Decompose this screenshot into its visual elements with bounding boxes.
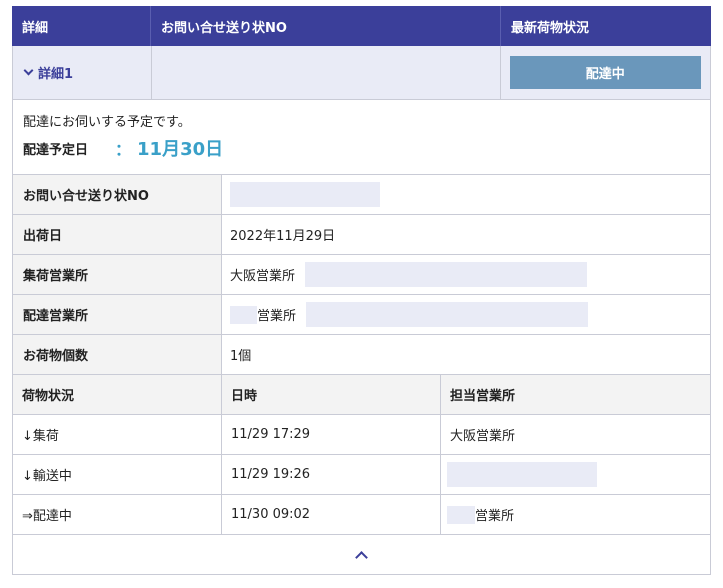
ship-date-label: 出荷日 [13, 215, 222, 254]
redacted-block [447, 505, 475, 524]
history-datetime: 11/29 17:29 [222, 415, 441, 454]
summary-row: 詳細1 配達中 [12, 46, 711, 100]
history-status: ↓集荷 [13, 415, 222, 454]
package-count-label: お荷物個数 [13, 335, 222, 374]
history-office-cell: 営業所 [441, 495, 710, 534]
results-header: 詳細 お問い合せ送り状NO 最新荷物状況 [12, 6, 711, 46]
history-row: ↓集荷 11/29 17:29 大阪営業所 [12, 415, 711, 455]
pickup-office-label: 集荷営業所 [13, 255, 222, 294]
history-office: 営業所 [475, 509, 515, 524]
redacted-block [305, 262, 588, 287]
pickup-office-cell: 大阪営業所 [222, 255, 710, 294]
delivery-notice: 配達にお伺いする予定です。 配達予定日 ： 11月30日 [12, 100, 711, 175]
history-header-status: 荷物状況 [13, 375, 222, 414]
history-office-cell [441, 455, 710, 494]
collapse-button[interactable] [12, 535, 711, 575]
summary-status-cell: 配達中 [501, 46, 710, 99]
history-header-office: 担当営業所 [441, 375, 710, 414]
scheduled-date-line: 配達予定日 ： 11月30日 [23, 136, 700, 160]
tracking-no-value [222, 175, 710, 214]
delivery-office-value: 営業所 [257, 309, 297, 324]
redacted-block [306, 302, 589, 327]
redacted-block [230, 305, 257, 324]
tracking-no-label: お問い合せ送り状NO [13, 175, 222, 214]
summary-tracking-no [152, 46, 501, 99]
scheduled-date-label: 配達予定日 [23, 142, 89, 158]
history-header-datetime: 日時 [222, 375, 441, 414]
ship-date-value: 2022年11月29日 [230, 229, 336, 244]
package-count-value: 1個 [230, 349, 252, 364]
pickup-office-row: 集荷営業所 大阪営業所 [12, 255, 711, 295]
history-datetime: 11/30 09:02 [222, 495, 441, 534]
package-count-row: お荷物個数 1個 [12, 335, 711, 375]
scheduled-date-value: 11月30日 [137, 139, 224, 160]
history-header-row: 荷物状況 日時 担当営業所 [12, 375, 711, 415]
history-row: ↓輸送中 11/29 19:26 [12, 455, 711, 495]
header-detail: 詳細 [12, 6, 151, 46]
header-tracking-no: お問い合せ送り状NO [151, 6, 501, 46]
delivery-office-row: 配達営業所 営業所 [12, 295, 711, 335]
status-button[interactable]: 配達中 [509, 56, 701, 89]
redacted-block [230, 182, 380, 207]
history-datetime: 11/29 19:26 [222, 455, 441, 494]
pickup-office-value: 大阪営業所 [230, 269, 296, 284]
history-status: ⇒配達中 [13, 495, 222, 534]
chevron-down-icon [23, 65, 34, 76]
history-office: 大阪営業所 [450, 429, 516, 444]
redacted-block [447, 462, 597, 487]
notice-message: 配達にお伺いする予定です。 [23, 114, 191, 130]
history-status: ↓輸送中 [13, 455, 222, 494]
detail-toggle[interactable]: 詳細1 [13, 46, 152, 99]
detail-toggle-label: 詳細1 [38, 67, 74, 82]
ship-date-row: 出荷日 2022年11月29日 [12, 215, 711, 255]
delivery-office-label: 配達営業所 [13, 295, 222, 334]
header-status: 最新荷物状況 [511, 20, 590, 36]
history-row: ⇒配達中 11/30 09:02 営業所 [12, 495, 711, 535]
delivery-office-cell: 営業所 [222, 295, 710, 334]
tracking-panel: 詳細 お問い合せ送り状NO 最新荷物状況 詳細1 配達中 配達にお伺いする予定で… [12, 6, 711, 575]
tracking-no-row: お問い合せ送り状NO [12, 175, 711, 215]
scheduled-date-colon: ： [115, 140, 132, 159]
chevron-up-icon [355, 551, 368, 564]
